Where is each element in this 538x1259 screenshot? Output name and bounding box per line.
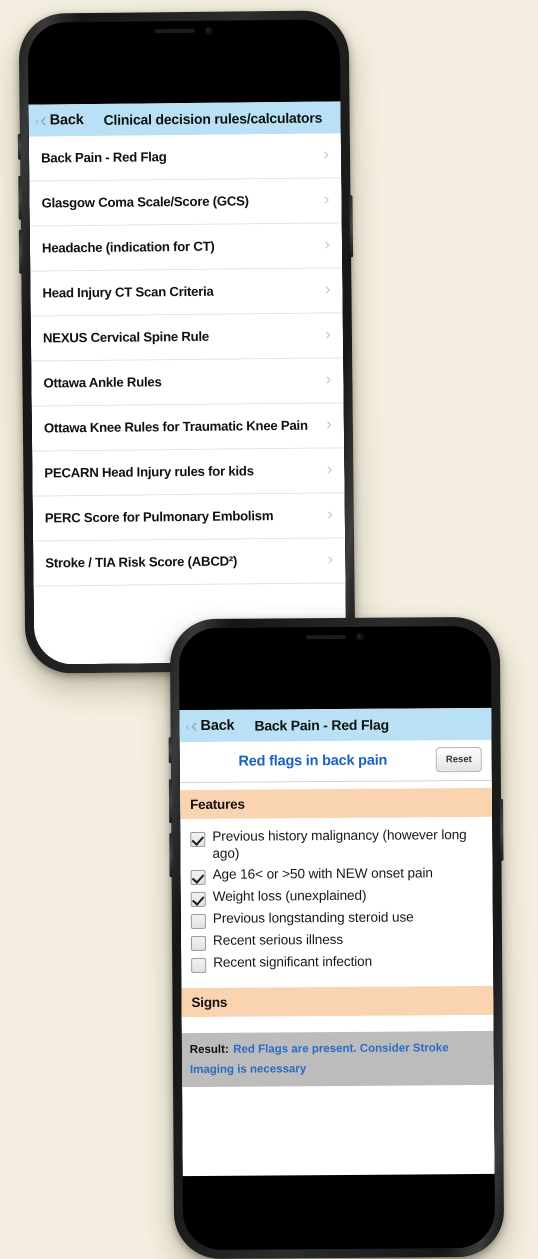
list-item[interactable]: Ottawa Ankle Rules › <box>31 358 344 407</box>
phone-screen: ‹ ‹ Back Clinical decision rules/calcula… <box>27 19 347 665</box>
volume-down-button[interactable] <box>169 833 173 878</box>
calculator-title: Red flags in back pain <box>238 752 388 770</box>
earpiece-speaker-icon <box>305 634 346 640</box>
checkbox-unchecked-icon[interactable] <box>190 935 207 951</box>
list-item-label: Glasgow Coma Scale/Score (GCS) <box>41 193 249 211</box>
chevron-right-icon: › <box>324 279 331 299</box>
phone-device-list: ‹ ‹ Back Clinical decision rules/calcula… <box>17 10 356 674</box>
chevron-right-icon: › <box>323 144 330 164</box>
mute-switch[interactable] <box>17 133 22 160</box>
chevron-left-icon-small: ‹ <box>34 113 40 129</box>
checkbox-label: Recent significant infection <box>213 953 373 970</box>
navigation-bar: ‹ ‹ Back Back Pain - Red Flag <box>179 707 492 743</box>
app-calculator-screen: ‹ ‹ Back Back Pain - Red Flag Red flags … <box>179 707 495 1177</box>
front-camera-icon <box>355 632 364 641</box>
list-item[interactable]: Stroke / TIA Risk Score (ABCD²) › <box>33 538 346 587</box>
app-list-screen: ‹ ‹ Back Clinical decision rules/calcula… <box>28 101 347 665</box>
volume-down-button[interactable] <box>18 229 23 274</box>
list-item[interactable]: Glasgow Coma Scale/Score (GCS) › <box>29 178 342 227</box>
volume-up-button[interactable] <box>18 175 22 220</box>
result-bar: Result: Red Flags are present. Consider … <box>181 1030 495 1088</box>
list-item-label: Ottawa Knee Rules for Traumatic Knee Pai… <box>43 417 308 436</box>
chevron-right-icon: › <box>323 189 330 209</box>
checkbox-row[interactable]: Recent serious illness <box>181 929 493 953</box>
phone-screen: ‹ ‹ Back Back Pain - Red Flag Red flags … <box>178 625 496 1251</box>
list-item-label: Ottawa Ankle Rules <box>43 374 162 391</box>
result-value: Red Flags are present. Consider Stroke I… <box>189 1041 449 1076</box>
checkbox-checked-icon[interactable] <box>190 891 206 907</box>
page-title: Clinical decision rules/calculators <box>103 109 323 128</box>
reset-button[interactable]: Reset <box>435 746 482 773</box>
power-button[interactable] <box>349 195 354 258</box>
back-button[interactable]: ‹ ‹ Back <box>185 714 240 738</box>
list-item[interactable]: Ottawa Knee Rules for Traumatic Knee Pai… <box>31 403 345 452</box>
chevron-right-icon: › <box>325 369 332 389</box>
checkbox-row[interactable]: Weight loss (unexplained) <box>181 885 493 909</box>
list-item-label: PERC Score for Pulmonary Embolism <box>44 508 274 526</box>
notch <box>274 626 395 648</box>
checkbox-row[interactable]: Previous longstanding steroid use <box>181 907 493 931</box>
section-header-signs: Signs <box>181 985 494 1017</box>
back-button[interactable]: ‹ ‹ Back <box>34 109 90 132</box>
features-checkbox-list: Previous history malignancy (however lon… <box>180 816 494 981</box>
list-item-label: Headache (indication for CT) <box>41 238 215 256</box>
checkbox-row[interactable]: Previous history malignancy (however lon… <box>180 825 492 865</box>
section-header-features: Features <box>179 787 493 820</box>
power-button[interactable] <box>500 798 504 861</box>
list-item-label: PECARN Head Injury rules for kids <box>44 463 254 481</box>
chevron-right-icon: › <box>327 504 333 524</box>
checkbox-checked-icon[interactable] <box>190 831 206 848</box>
volume-up-button[interactable] <box>168 779 173 824</box>
rules-list: Back Pain - Red Flag › Glasgow Coma Scal… <box>28 133 346 587</box>
checkbox-unchecked-icon[interactable] <box>191 957 207 973</box>
list-item[interactable]: Back Pain - Red Flag › <box>28 133 342 182</box>
earpiece-speaker-icon <box>154 28 195 34</box>
chevron-right-icon: › <box>326 459 333 479</box>
checkbox-row[interactable]: Recent significant infection <box>181 951 493 975</box>
result-label: Result: <box>189 1043 229 1056</box>
checkbox-row[interactable]: Age 16< or >50 with NEW onset pain <box>180 863 492 887</box>
checkbox-label: Recent serious illness <box>212 931 344 948</box>
front-camera-icon <box>204 26 213 35</box>
list-item-label: Head Injury CT Scan Criteria <box>42 283 214 301</box>
chevron-left-icon-small: ‹ <box>185 718 190 734</box>
list-item[interactable]: PECARN Head Injury rules for kids › <box>32 448 345 497</box>
list-item[interactable]: Head Injury CT Scan Criteria › <box>30 268 343 317</box>
calculator-title-bar: Red flags in back pain Reset <box>179 739 492 784</box>
checkbox-label: Age 16< or >50 with NEW onset pain <box>212 865 433 882</box>
list-item[interactable]: Headache (indication for CT) › <box>29 223 343 272</box>
checkbox-label: Previous history malignancy (however lon… <box>212 827 467 861</box>
chevron-right-icon: › <box>326 414 332 434</box>
list-item-label: Stroke / TIA Risk Score (ABCD²) <box>45 553 238 571</box>
chevron-right-icon: › <box>324 234 331 254</box>
checkbox-checked-icon[interactable] <box>190 869 206 885</box>
list-item[interactable]: PERC Score for Pulmonary Embolism › <box>32 493 346 542</box>
list-item-label: NEXUS Cervical Spine Rule <box>42 328 210 346</box>
chevron-right-icon: › <box>325 324 332 344</box>
checkbox-label: Weight loss (unexplained) <box>212 887 367 904</box>
chevron-left-icon: ‹ <box>39 109 47 132</box>
mute-switch[interactable] <box>168 737 172 764</box>
checkbox-unchecked-icon[interactable] <box>190 913 206 929</box>
checkbox-label: Previous longstanding steroid use <box>212 909 414 926</box>
list-item-label: Back Pain - Red Flag <box>40 149 167 166</box>
notch <box>123 20 244 42</box>
chevron-left-icon: ‹ <box>190 714 198 738</box>
chevron-right-icon: › <box>327 549 334 569</box>
list-item[interactable]: NEXUS Cervical Spine Rule › <box>30 313 344 362</box>
phone-screen-bezel: ‹ ‹ Back Back Pain - Red Flag Red flags … <box>178 625 496 1251</box>
page-title: Back Pain - Red Flag <box>254 716 389 734</box>
back-button-label: Back <box>200 717 235 734</box>
back-button-label: Back <box>49 112 84 129</box>
phone-screen-bezel: ‹ ‹ Back Clinical decision rules/calcula… <box>27 19 347 665</box>
navigation-bar: ‹ ‹ Back Clinical decision rules/calcula… <box>28 101 341 137</box>
phone-device-calculator: ‹ ‹ Back Back Pain - Red Flag Red flags … <box>168 616 505 1259</box>
